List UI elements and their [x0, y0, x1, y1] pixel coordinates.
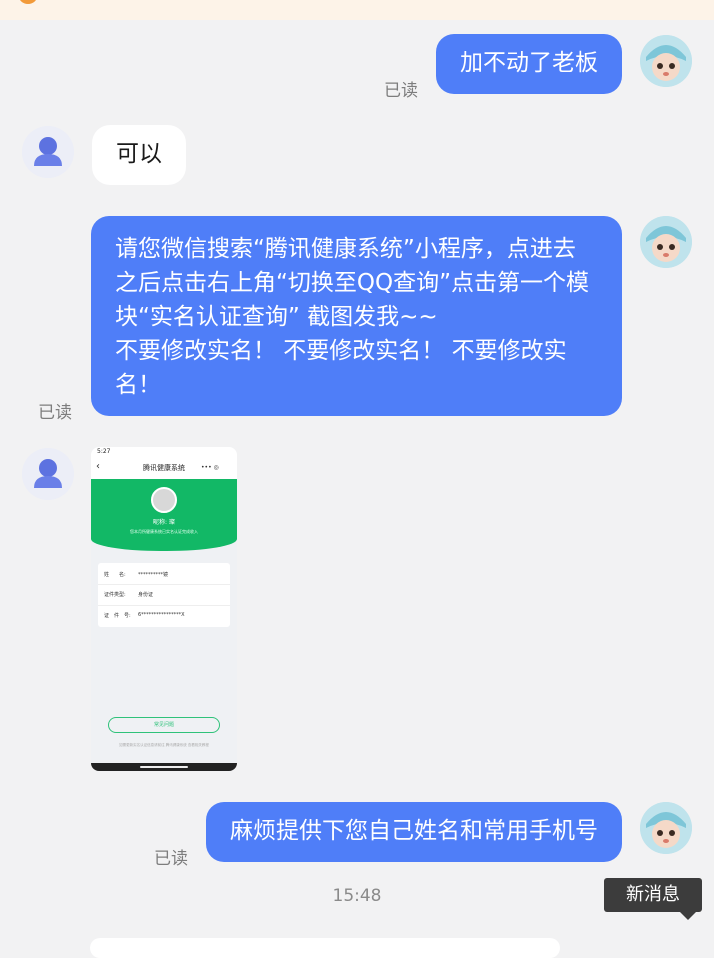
divider	[98, 605, 230, 606]
divider	[98, 584, 230, 585]
screenshot-row: 证 件 号: 6****************X	[104, 612, 185, 619]
message-text: 麻烦提供下您自己姓名和常用手机号	[230, 818, 598, 844]
message-bubble-mine[interactable]: 请您微信搜索“腾讯健康系统”小程序，点进去 之后点击右上角“切换至QQ查询”点击…	[91, 216, 622, 416]
home-bar	[140, 766, 188, 768]
screenshot-faq-button: 常见问题	[108, 717, 220, 733]
screenshot-nickname: 昵称: 璨	[153, 519, 175, 526]
screenshot-capsule: ••• ◎	[201, 464, 219, 471]
contact-avatar[interactable]	[22, 126, 74, 178]
screenshot-profile-banner: 昵称: 璨 您本月所健康系统已实名认证完成收入	[91, 479, 237, 551]
new-message-label: 新消息	[626, 884, 680, 905]
screenshot-home-indicator	[91, 763, 237, 771]
screenshot-row: 证件类型: 身份证	[104, 591, 153, 598]
screenshot-avatar	[151, 487, 177, 513]
screenshot-footer: 如需更新实名认证信息请前往 腾讯健康系统 查看相关教程	[119, 743, 209, 747]
field-label: 证件类型:	[104, 592, 126, 598]
message-bubble-mine[interactable]: 加不动了老板	[436, 34, 622, 94]
image-message[interactable]: 5:27 ‹ 腾讯健康系统 ••• ◎ 昵称: 璨 您本月所健康系统已实名认证完…	[91, 447, 237, 771]
message-line: 之后点击右上角“切换至QQ查询”点击第一个模	[115, 270, 590, 296]
screenshot-time: 5:27	[97, 448, 111, 455]
message-text: 加不动了老板	[460, 50, 598, 76]
read-status: 已读	[38, 403, 72, 423]
screenshot-row: 姓 名: **********镜	[104, 571, 168, 578]
message-line: 块“实名认证查询” 截图发我~~	[115, 304, 438, 330]
tip-arrow-icon	[680, 912, 696, 920]
screenshot-info-card: 姓 名: **********镜 证件类型: 身份证 证 件 号: 6*****…	[98, 563, 230, 627]
next-message-card	[90, 938, 560, 958]
my-avatar[interactable]	[640, 216, 692, 268]
message-text: 可以	[116, 141, 162, 167]
my-avatar[interactable]	[640, 35, 692, 87]
new-message-tip[interactable]: 新消息	[604, 878, 702, 920]
screenshot-status-bar: 5:27	[91, 447, 237, 457]
screenshot-tip: 您本月所健康系统已实名认证完成收入	[130, 529, 198, 534]
field-value: 6****************X	[138, 612, 185, 618]
screenshot-header: ‹ 腾讯健康系统 ••• ◎	[91, 457, 237, 479]
message-bubble-contact[interactable]: 可以	[92, 125, 186, 185]
notice-bar	[0, 0, 714, 20]
field-value: 身份证	[138, 592, 154, 598]
message-line: 请您微信搜索“腾讯健康系统”小程序，点进去	[115, 236, 576, 262]
read-status: 已读	[384, 81, 418, 101]
field-value: **********镜	[138, 572, 169, 578]
contact-avatar[interactable]	[22, 448, 74, 500]
message-line: 名！	[115, 372, 161, 398]
message-bubble-mine[interactable]: 麻烦提供下您自己姓名和常用手机号	[206, 802, 622, 862]
notice-dot	[18, 0, 38, 4]
message-line: 不要修改实名！ 不要修改实名！ 不要修改实	[115, 338, 567, 364]
read-status: 已读	[154, 849, 188, 869]
field-label: 证 件 号:	[104, 613, 131, 619]
my-avatar[interactable]	[640, 802, 692, 854]
field-label: 姓 名:	[104, 572, 126, 578]
